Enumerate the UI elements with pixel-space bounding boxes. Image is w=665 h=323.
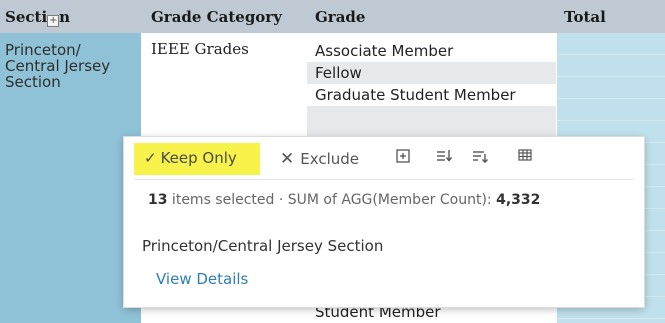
header-section-label-tail: n [59,8,71,26]
grade-category-value[interactable]: IEEE Grades [151,40,249,58]
close-x-icon: ✕ [280,149,295,169]
tooltip-divider [134,179,634,180]
group-members-icon[interactable] [396,149,410,167]
table-header: Secti + n Grade Category Grade Total [0,0,665,33]
tooltip-section-name: Princeton/Central Jersey Section [142,237,384,255]
expand-plus-icon[interactable]: + [47,15,60,27]
checkmark-icon: ✓ [144,149,157,167]
items-text: items selected · SUM of AGG(Member Count… [167,192,497,208]
keep-only-button[interactable]: ✓ Keep Only [134,143,260,175]
sort-ascending-icon[interactable] [436,149,453,167]
header-section-label: Secti [5,8,48,26]
tooltip-toolbar: ✓ Keep Only ✕ Exclude [124,137,644,179]
exclude-button[interactable]: ✕ Exclude [280,149,359,169]
grade-row[interactable]: Associate Member [307,40,556,62]
view-details-link[interactable]: View Details [156,270,248,288]
items-count: 13 [148,192,168,208]
keep-only-label: Keep Only [160,149,237,167]
header-grade-category[interactable]: Grade Category [151,8,282,26]
grade-row[interactable] [307,106,556,128]
exclude-label: Exclude [300,150,360,168]
tooltip-panel: ✓ Keep Only ✕ Exclude 13 items selected · … [124,137,644,307]
header-total[interactable]: Total [564,8,606,26]
header-grade[interactable]: Grade [315,8,365,26]
grade-row[interactable]: Graduate Student Member [307,84,556,106]
sort-descending-icon[interactable] [472,149,489,167]
selection-summary: 13 items selected · SUM of AGG(Member Co… [148,192,540,208]
grade-row[interactable]: Fellow [307,62,556,84]
sum-value: 4,332 [496,192,541,208]
view-data-table-icon[interactable] [518,149,532,165]
section-value: Princeton/ Central Jersey Section [5,41,111,91]
header-section[interactable]: Secti + n [5,8,70,27]
section-cell[interactable]: Princeton/ Central Jersey Section [0,33,141,323]
